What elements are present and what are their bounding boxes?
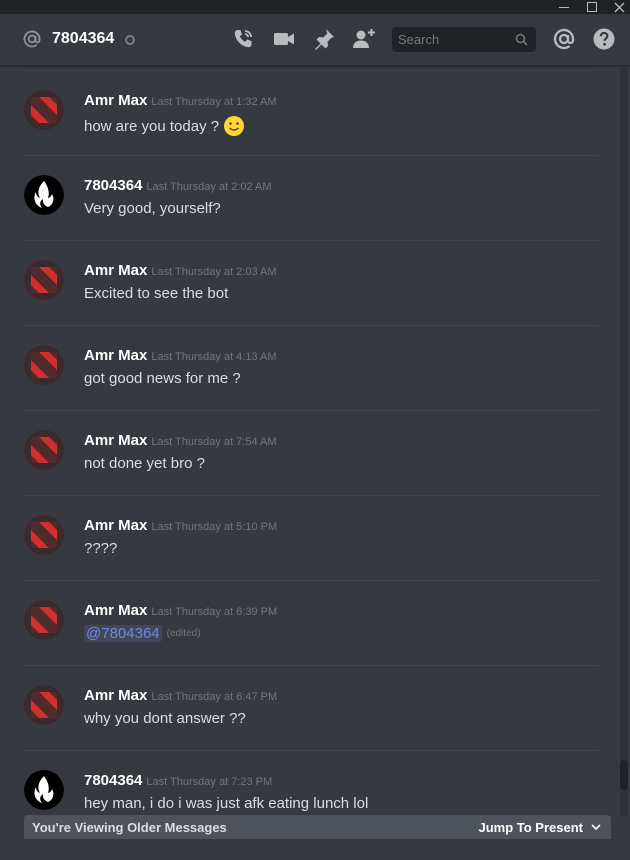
- message-item[interactable]: Amr Max Last Thursday at 5:10 PM ????: [24, 495, 598, 580]
- maximize-button[interactable]: [578, 0, 606, 14]
- message-author[interactable]: Amr Max Last Thursday at 6:47 PM: [84, 687, 277, 704]
- chevron-down-icon: [591, 824, 601, 831]
- add-friend-icon[interactable]: [352, 27, 376, 51]
- search-input[interactable]: [392, 32, 508, 47]
- mentions-icon[interactable]: [552, 27, 576, 51]
- avatar[interactable]: [24, 600, 64, 640]
- message-timestamp: Last Thursday at 7:54 AM: [151, 436, 277, 448]
- slightly-smiling-emoji-icon: [224, 116, 245, 136]
- message-author[interactable]: Amr Max Last Thursday at 4:13 AM: [84, 347, 277, 364]
- window-titlebar: [0, 0, 630, 14]
- message-author[interactable]: Amr Max Last Thursday at 1:32 AM: [84, 92, 277, 109]
- message-author[interactable]: Amr Max Last Thursday at 7:54 AM: [84, 432, 277, 449]
- avatar[interactable]: [24, 515, 64, 555]
- scrollbar-thumb[interactable]: [620, 760, 628, 790]
- jump-to-present-button[interactable]: Jump To Present: [478, 820, 601, 835]
- close-button[interactable]: [605, 0, 630, 14]
- dota-logo-icon: [24, 600, 64, 640]
- message-author[interactable]: 7804364 Last Thursday at 7:23 PM: [84, 772, 272, 789]
- message-list: Amr Max Last Thursday at 1:32 AM how are …: [0, 66, 618, 816]
- older-messages-label: You're Viewing Older Messages: [32, 820, 227, 835]
- minimize-icon: [559, 6, 569, 8]
- avatar[interactable]: [24, 345, 64, 385]
- message-timestamp: Last Thursday at 7:23 PM: [146, 776, 273, 788]
- pin-icon[interactable]: [312, 27, 336, 51]
- message-text: hey man, i do i was just afk eating lunc…: [84, 795, 369, 812]
- avatar[interactable]: [24, 770, 64, 810]
- message-item[interactable]: Amr Max Last Thursday at 7:54 AM not done…: [24, 410, 598, 495]
- message-timestamp: Last Thursday at 2:03 AM: [151, 266, 277, 278]
- message-content: @7804364 (edited): [84, 625, 201, 642]
- edited-label: (edited): [166, 628, 201, 639]
- search-box[interactable]: [392, 27, 536, 52]
- offline-status-icon: [125, 35, 135, 45]
- message-item[interactable]: Amr Max Last Thursday at 6:47 PM why you …: [24, 665, 598, 750]
- message-content: how are you today ?: [84, 115, 245, 137]
- scrollbar-track[interactable]: [620, 66, 628, 816]
- voice-call-icon[interactable]: [231, 27, 255, 51]
- minimize-button[interactable]: [550, 0, 578, 14]
- message-item[interactable]: 7804364 Last Thursday at 7:23 PM hey man,…: [24, 750, 598, 816]
- flame-logo-icon: [24, 770, 64, 810]
- message-timestamp: Last Thursday at 2:02 AM: [146, 181, 272, 193]
- dota-logo-icon: [24, 430, 64, 470]
- message-text: how are you today ?: [84, 117, 220, 135]
- maximize-icon: [587, 2, 597, 12]
- message-text: Very good, yourself?: [84, 200, 221, 217]
- message-author[interactable]: Amr Max Last Thursday at 6:39 PM: [84, 602, 277, 619]
- avatar[interactable]: [24, 90, 64, 130]
- message-text: not done yet bro ?: [84, 455, 205, 472]
- message-timestamp: Last Thursday at 4:13 AM: [151, 351, 277, 363]
- dota-logo-icon: [24, 345, 64, 385]
- help-icon[interactable]: [592, 27, 616, 51]
- at-sign-icon: [23, 30, 41, 48]
- flame-logo-icon: [24, 175, 64, 215]
- avatar[interactable]: [24, 260, 64, 300]
- avatar[interactable]: [24, 685, 64, 725]
- message-item[interactable]: Amr Max Last Thursday at 4:13 AM got good…: [24, 325, 598, 410]
- message-author[interactable]: 7804364 Last Thursday at 2:02 AM: [84, 177, 272, 194]
- message-timestamp: Last Thursday at 6:47 PM: [151, 691, 278, 703]
- channel-header: 7804364: [0, 14, 630, 66]
- message-item[interactable]: Amr Max Last Thursday at 2:03 AM Excited …: [24, 240, 598, 325]
- bottom-strip: [0, 839, 630, 860]
- dota-logo-icon: [24, 685, 64, 725]
- user-mention[interactable]: @7804364: [84, 625, 162, 642]
- message-timestamp: Last Thursday at 6:39 PM: [151, 606, 278, 618]
- close-icon: [614, 2, 624, 12]
- message-item[interactable]: Amr Max Last Thursday at 1:32 AM how are …: [24, 70, 598, 155]
- dota-logo-icon: [24, 260, 64, 300]
- dota-logo-icon: [24, 515, 64, 555]
- dota-logo-icon: [24, 90, 64, 130]
- channel-name: 7804364: [52, 30, 115, 47]
- message-item[interactable]: Amr Max Last Thursday at 6:39 PM @7804364…: [24, 580, 598, 665]
- avatar[interactable]: [24, 175, 64, 215]
- message-author[interactable]: Amr Max Last Thursday at 2:03 AM: [84, 262, 277, 279]
- older-messages-bar: You're Viewing Older Messages Jump To Pr…: [24, 815, 611, 839]
- jump-label: Jump To Present: [478, 820, 583, 835]
- message-text: why you dont answer ??: [84, 710, 246, 727]
- message-text: got good news for me ?: [84, 370, 241, 387]
- message-author[interactable]: Amr Max Last Thursday at 5:10 PM: [84, 517, 277, 534]
- video-call-icon[interactable]: [272, 27, 296, 51]
- message-text: Excited to see the bot: [84, 285, 229, 302]
- message-text: ????: [84, 540, 118, 557]
- message-timestamp: Last Thursday at 1:32 AM: [151, 96, 277, 108]
- search-icon: [515, 33, 528, 46]
- message-item[interactable]: 7804364 Last Thursday at 2:02 AM Very goo…: [24, 155, 598, 240]
- avatar[interactable]: [24, 430, 64, 470]
- message-timestamp: Last Thursday at 5:10 PM: [151, 521, 278, 533]
